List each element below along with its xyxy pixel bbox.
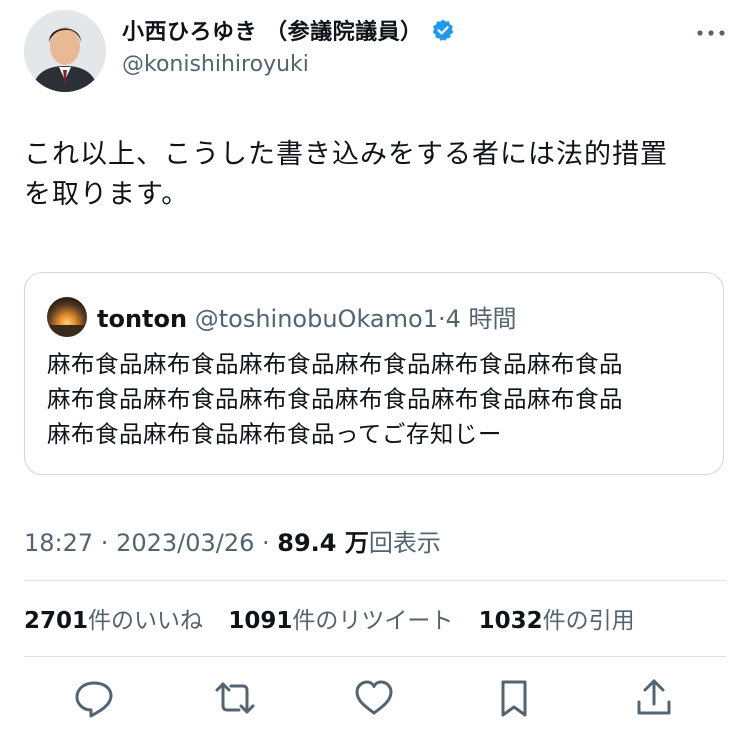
tweet-text-line: これ以上、こうした書き込みをする者には法的措置 bbox=[24, 139, 668, 170]
separator-dot: · bbox=[93, 529, 117, 557]
tweet-stats: 2701件のいいね 1091件のリツイート 1032件の引用 bbox=[24, 601, 653, 635]
quote-text-line: 麻布食品麻布食品麻布食品麻布食品麻布食品麻布食品 bbox=[47, 385, 623, 413]
divider bbox=[24, 580, 726, 581]
view-count: 89.4 万 bbox=[277, 529, 369, 557]
retweets-label[interactable]: 件のリツイート bbox=[292, 608, 453, 634]
quotes-count[interactable]: 1032 bbox=[479, 608, 543, 634]
quote-text: 麻布食品麻布食品麻布食品麻布食品麻布食品麻布食品 麻布食品麻布食品麻布食品麻布食… bbox=[47, 347, 707, 452]
like-button[interactable] bbox=[352, 676, 396, 720]
retweets-count[interactable]: 1091 bbox=[228, 608, 292, 634]
quotes-label[interactable]: 件の引用 bbox=[543, 608, 635, 634]
quote-author-avatar bbox=[47, 297, 87, 337]
tweet-meta: 18:27 · 2023/03/26 · 89.4 万回表示 bbox=[24, 523, 441, 558]
retweet-icon bbox=[215, 682, 255, 714]
likes-label[interactable]: 件のいいね bbox=[88, 608, 203, 634]
share-icon bbox=[637, 679, 671, 715]
quote-author-handle[interactable]: @toshinobuOkamo1 bbox=[195, 305, 438, 333]
quote-text-line: 麻布食品麻布食品麻布食品ってご存知じー bbox=[47, 420, 502, 448]
more-options-icon[interactable] bbox=[694, 24, 728, 42]
quote-text-line: 麻布食品麻布食品麻布食品麻布食品麻布食品麻布食品 bbox=[47, 350, 623, 378]
quote-timestamp[interactable]: 4 時間 bbox=[446, 305, 517, 333]
separator-dot: · bbox=[254, 529, 278, 557]
author-display-name[interactable]: 小西ひろゆき （参議院議員） bbox=[122, 14, 423, 46]
quote-header: tonton @toshinobuOkamo1·4 時間 bbox=[97, 299, 517, 334]
like-icon bbox=[355, 680, 393, 715]
tweet-date[interactable]: 2023/03/26 bbox=[116, 529, 254, 557]
share-button[interactable] bbox=[632, 676, 676, 720]
likes-count[interactable]: 2701 bbox=[24, 608, 88, 634]
action-bar bbox=[0, 676, 750, 726]
quoted-tweet-card[interactable]: tonton @toshinobuOkamo1·4 時間 麻布食品麻布食品麻布食… bbox=[24, 272, 724, 475]
tweet-time[interactable]: 18:27 bbox=[24, 529, 93, 557]
reply-button[interactable] bbox=[72, 676, 116, 720]
author-avatar[interactable] bbox=[24, 10, 106, 92]
bookmark-button[interactable] bbox=[492, 676, 536, 720]
author-handle[interactable]: @konishihiroyuki bbox=[122, 52, 309, 77]
divider bbox=[24, 656, 726, 657]
view-count-label: 回表示 bbox=[368, 529, 441, 557]
retweet-button[interactable] bbox=[213, 676, 257, 720]
quote-author-name[interactable]: tonton bbox=[97, 305, 187, 333]
verified-badge-icon bbox=[432, 19, 453, 41]
bookmark-icon bbox=[501, 680, 527, 717]
tweet-text: これ以上、こうした書き込みをする者には法的措置 を取ります。 bbox=[24, 135, 724, 215]
separator-dot: · bbox=[437, 305, 446, 333]
reply-icon bbox=[75, 681, 113, 718]
tweet-text-line: を取ります。 bbox=[24, 179, 190, 210]
